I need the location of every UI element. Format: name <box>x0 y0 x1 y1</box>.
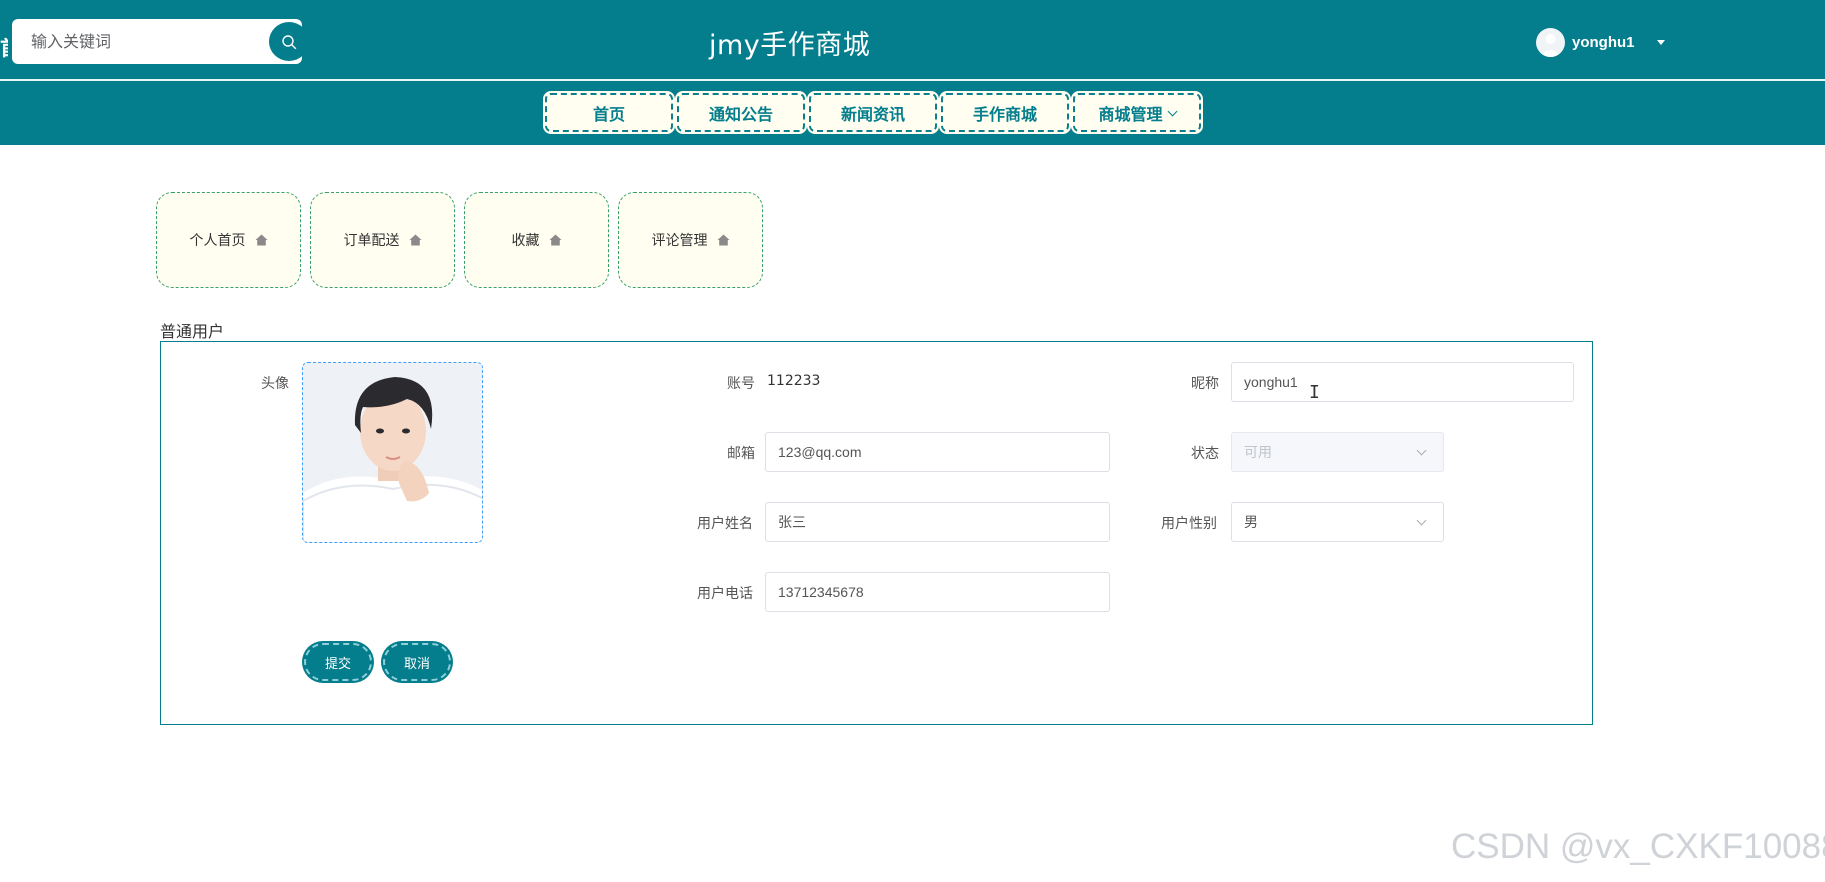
submit-button[interactable]: 提交 <box>304 643 372 681</box>
card-label: 收藏 <box>511 233 540 249</box>
avatar-photo <box>303 363 482 542</box>
chevron-down-icon <box>1167 106 1177 117</box>
email-label: 邮箱 <box>727 446 755 462</box>
card-personal-home[interactable]: 个人首页 <box>156 192 301 288</box>
user-icon <box>1540 33 1561 57</box>
cancel-button[interactable]: 取消 <box>383 643 451 681</box>
card-label: 订单配送 <box>343 233 400 249</box>
gender-select-value: 男 <box>1244 515 1258 531</box>
username[interactable]: yonghu1 <box>1572 34 1635 51</box>
role-label: 普通用户 <box>160 322 225 341</box>
search-icon <box>282 34 297 49</box>
home-icon <box>409 234 422 246</box>
card-label: 评论管理 <box>651 233 708 249</box>
user-menu[interactable]: yonghu1 <box>1536 27 1665 57</box>
site-title: jmy手作商城 <box>709 30 871 61</box>
status-label: 状态 <box>1191 446 1219 462</box>
nav-item-shop-management[interactable]: 商城管理 <box>1073 93 1201 132</box>
nav-item-shop[interactable]: 手作商城 <box>941 93 1069 132</box>
home-icon <box>255 234 268 246</box>
chevron-down-icon <box>1416 445 1427 456</box>
phone-label: 用户电话 <box>697 586 753 602</box>
top-header: 首 jmy手作商城 yonghu1 首页 通知公告 新闻资讯 手作商城 商城管理 <box>0 0 1825 145</box>
nav-item-notices[interactable]: 通知公告 <box>677 93 805 132</box>
phone-input[interactable] <box>765 572 1110 612</box>
real-name-label: 用户姓名 <box>697 516 753 532</box>
search-button[interactable] <box>269 22 309 61</box>
nav-item-home[interactable]: 首页 <box>545 93 673 132</box>
gender-select[interactable]: 男 <box>1231 502 1444 542</box>
gender-label: 用户性别 <box>1161 516 1217 532</box>
account-value: 112233 <box>767 373 821 389</box>
search-input[interactable] <box>12 19 252 64</box>
nav-item-news[interactable]: 新闻资讯 <box>809 93 937 132</box>
home-icon <box>549 234 562 246</box>
avatar-upload[interactable] <box>302 362 483 543</box>
text-cursor-icon: I <box>1309 382 1320 403</box>
nickname-label: 昵称 <box>1191 376 1219 392</box>
card-order-delivery[interactable]: 订单配送 <box>310 192 455 288</box>
real-name-input[interactable] <box>765 502 1110 542</box>
center-menu: 个人首页 订单配送 收藏 评论管理 <box>156 192 772 288</box>
status-select: 可用 <box>1231 432 1444 472</box>
card-label: 个人首页 <box>189 233 246 249</box>
card-favorites[interactable]: 收藏 <box>464 192 609 288</box>
search-box <box>12 19 309 64</box>
status-select-value: 可用 <box>1244 445 1272 461</box>
home-icon <box>717 234 730 246</box>
email-input[interactable] <box>765 432 1110 472</box>
nav-item-shop-management-label: 商城管理 <box>1098 104 1163 124</box>
header-divider <box>0 79 1825 81</box>
avatar-label: 头像 <box>261 376 289 392</box>
nickname-input[interactable] <box>1231 362 1574 402</box>
caret-down-icon[interactable] <box>1656 39 1665 45</box>
header-edge-text: 首 <box>0 32 8 61</box>
chevron-down-icon <box>1416 515 1427 526</box>
card-comment-management[interactable]: 评论管理 <box>618 192 763 288</box>
avatar[interactable] <box>1536 27 1565 57</box>
profile-form: 头像 账号 112233 昵称 邮箱 状态 可用 <box>160 341 1593 725</box>
watermark: CSDN @vx_CXKF10088 <box>1451 827 1825 866</box>
account-label: 账号 <box>727 376 755 392</box>
main-nav: 首页 通知公告 新闻资讯 手作商城 商城管理 <box>545 93 1205 132</box>
